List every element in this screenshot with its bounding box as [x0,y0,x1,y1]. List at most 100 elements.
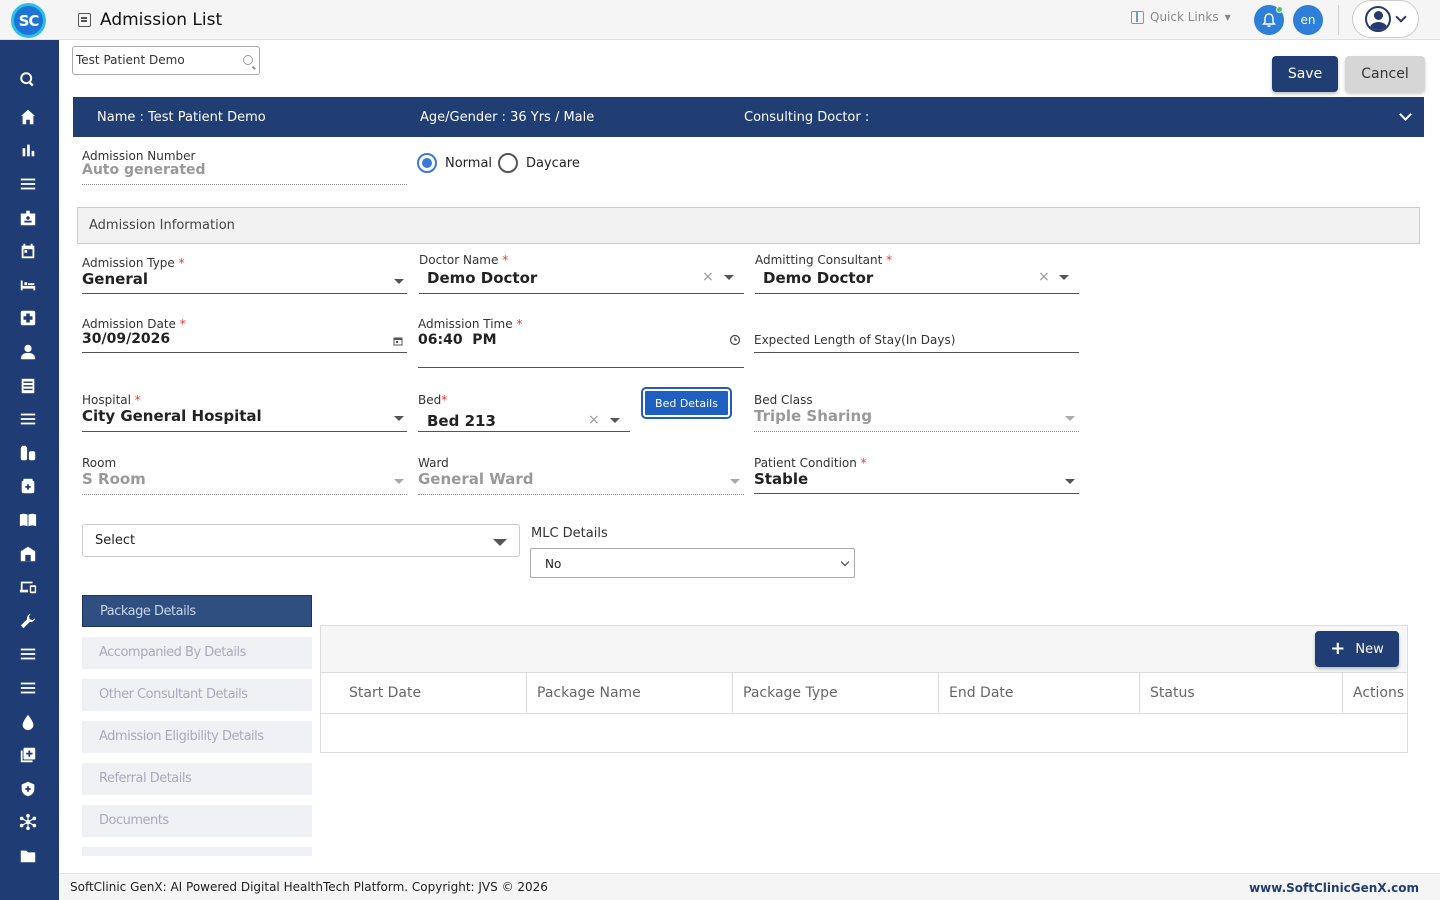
clock-icon[interactable] [729,334,741,346]
caret-down-icon [730,479,740,484]
network-icon[interactable] [18,812,38,832]
radio-normal[interactable] [417,153,437,173]
generic-select[interactable]: Select [82,524,520,557]
add-box-icon[interactable] [18,745,38,765]
tab-referral-details[interactable]: Referral Details [82,763,312,795]
column-package-type[interactable]: Package Type [733,673,939,713]
book-icon[interactable] [18,510,38,530]
bed-icon[interactable] [18,275,38,295]
id-badge-icon[interactable] [18,208,38,228]
clear-icon[interactable]: × [702,269,714,285]
tab-documents[interactable]: Documents [82,805,312,837]
doctor-name-select[interactable] [419,293,744,294]
menu-icon[interactable] [18,678,38,698]
room-label: Room [82,456,117,470]
mlc-details-select[interactable]: No [530,548,855,578]
menu-icon[interactable] [18,174,38,194]
column-actions[interactable]: Actions [1343,673,1409,713]
main-content: Test Patient Demo Save Cancel Name : Tes… [59,40,1440,873]
admission-date-input[interactable] [82,352,407,353]
calendar-icon[interactable] [393,336,403,346]
column-package-name[interactable]: Package Name [527,673,733,713]
save-button[interactable]: Save [1272,56,1338,92]
column-start-date[interactable]: Start Date [321,673,527,713]
blood-drop-icon[interactable] [18,712,38,732]
patient-name: Name : Test Patient Demo [97,110,266,125]
footer-website-link[interactable]: www.SoftClinicGenX.com [1249,881,1419,895]
footer-copyright: SoftClinic GenX: AI Powered Digital Heal… [70,880,548,894]
hospital-select[interactable] [82,431,407,432]
consulting-doctor: Consulting Doctor : [744,110,870,125]
doctor-name-label: Doctor Name * [419,253,509,267]
bed-class-select [754,431,1079,432]
menu-icon[interactable] [18,409,38,429]
app-logo[interactable]: SC [11,3,46,38]
devices-icon[interactable] [18,577,38,597]
admission-type-value: General [82,270,148,288]
caret-down-icon: ▼ [1224,12,1231,22]
cancel-button[interactable]: Cancel [1345,56,1425,92]
language-button[interactable]: en [1293,5,1323,35]
new-package-button[interactable]: + New [1315,631,1399,667]
radio-daycare[interactable] [498,153,518,173]
plus-icon: + [1330,637,1346,659]
user-menu-button[interactable] [1352,0,1419,38]
chevron-down-icon[interactable] [1399,108,1412,121]
bar-chart-icon[interactable] [18,140,38,160]
search-icon[interactable] [18,70,38,90]
menu-icon[interactable] [18,644,38,664]
bed-details-button[interactable]: Bed Details [643,389,730,417]
notifications-button[interactable] [1254,5,1284,35]
tab-partial[interactable] [82,847,312,856]
folder-icon[interactable] [18,846,38,866]
home-icon[interactable] [18,107,38,127]
admission-type-select[interactable] [82,293,407,294]
expected-stay-input[interactable] [754,352,1079,353]
column-end-date[interactable]: End Date [939,673,1140,713]
tab-other-consultant-details[interactable]: Other Consultant Details [82,679,312,711]
hospital-value: City General Hospital [82,407,262,425]
doctor-name-value: Demo Doctor [427,269,538,287]
caret-down-icon [1065,479,1075,484]
caret-down-icon[interactable] [610,418,620,423]
patient-condition-select[interactable] [754,493,1079,494]
building-icon[interactable] [18,544,38,564]
page-title: Admission List [100,10,223,30]
caret-down-icon [394,279,404,284]
patient-search-input[interactable]: Test Patient Demo [72,46,260,75]
bed-select[interactable] [418,431,630,432]
person-icon[interactable] [18,342,38,362]
select-placeholder: Select [95,533,136,548]
admitting-consultant-select[interactable] [755,293,1079,294]
patient-condition-value: Stable [754,470,809,488]
grid-toolbar: + New [321,626,1407,673]
quick-links-label: Quick Links [1150,10,1219,24]
pharmacy-icon[interactable] [18,443,38,463]
admission-number-field [82,184,407,185]
medicine-box-icon[interactable] [18,476,38,496]
quick-links-menu[interactable]: Quick Links ▼ [1131,10,1231,24]
patient-age-gender: Age/Gender : 36 Yrs / Male [420,110,595,125]
list-doc-icon[interactable] [18,376,38,396]
caret-down-icon[interactable] [1059,275,1069,280]
clear-icon[interactable]: × [588,412,600,428]
wrench-icon[interactable] [18,611,38,631]
ward-label: Ward [418,456,449,470]
notification-dot [1276,6,1283,13]
tab-package-details[interactable]: Package Details [82,595,312,627]
clear-icon[interactable]: × [1038,269,1050,285]
bed-class-value: Triple Sharing [754,407,872,425]
package-grid: + New Start Date Package Name Package Ty… [320,625,1408,753]
bed-value: Bed 213 [427,412,496,430]
patient-info-bar[interactable]: Name : Test Patient Demo Age/Gender : 36… [73,97,1424,137]
admission-type-label: Admission Type * [82,256,185,270]
shield-icon[interactable] [18,779,38,799]
calendar-icon[interactable] [18,241,38,261]
radio-normal-label: Normal [445,156,493,171]
admission-time-input[interactable] [418,367,744,368]
tab-accompanied-by-details[interactable]: Accompanied By Details [82,637,312,669]
column-status[interactable]: Status [1140,673,1343,713]
medical-plus-icon[interactable] [18,308,38,328]
caret-down-icon[interactable] [724,275,734,280]
tab-admission-eligibility-details[interactable]: Admission Eligibility Details [82,721,312,753]
